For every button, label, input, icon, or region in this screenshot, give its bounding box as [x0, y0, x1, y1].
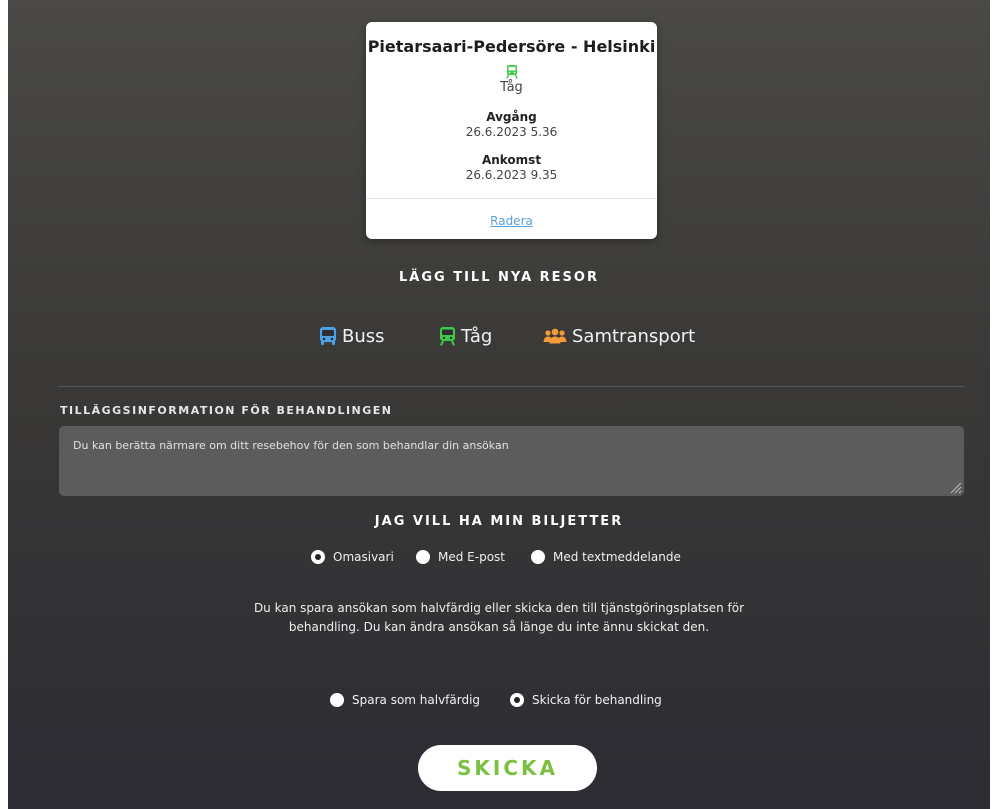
add-trips-heading: LÄGG TILL NYA RESOR — [399, 270, 599, 285]
ticket-option-email[interactable]: Med E-post — [416, 548, 505, 566]
submit-option-label: Skicka för behandling — [532, 693, 662, 707]
bus-icon — [320, 326, 336, 345]
radio-unchecked-icon — [330, 693, 344, 707]
radio-checked-icon — [510, 693, 524, 707]
radio-unchecked-icon — [416, 550, 430, 564]
submit-option-label: Spara som halvfärdig — [352, 693, 481, 707]
ticket-option-omasivari[interactable]: Omasivari — [311, 548, 394, 566]
delete-trip-link[interactable]: Radera — [366, 214, 657, 228]
departure-value: 26.6.2023 5.36 — [465, 125, 558, 139]
radio-checked-icon — [311, 550, 325, 564]
add-train-button[interactable]: Tåg — [439, 323, 492, 349]
radio-unchecked-icon — [531, 550, 545, 564]
application-page: Pietarsaari-Pedersöre - Helsinki Tåg Avg… — [8, 0, 990, 809]
shared-transport-label: Samtransport — [572, 325, 696, 347]
textarea-placeholder: Du kan berätta närmare om ditt resebehov… — [73, 439, 509, 452]
trip-mode: Tåg — [500, 80, 523, 95]
submit-option-draft[interactable]: Spara som halvfärdig — [330, 691, 480, 709]
train-icon — [366, 64, 657, 79]
arrival-label: Ankomst — [481, 153, 542, 167]
tickets-heading: JAG VILL HA MIN BILJETTER — [374, 514, 624, 529]
ticket-option-label: Med E-post — [438, 550, 505, 564]
train-label: Tåg — [461, 325, 493, 347]
add-shared-transport-button[interactable]: Samtransport — [543, 323, 695, 349]
send-button[interactable]: SKICKA — [418, 745, 597, 791]
submit-option-send[interactable]: Skicka för behandling — [510, 691, 662, 709]
arrival-value: 26.6.2023 9.35 — [465, 168, 558, 182]
departure-label: Avgång — [486, 110, 537, 124]
group-icon — [543, 328, 567, 344]
save-info-text: Du kan spara ansökan som halvfärdig elle… — [253, 601, 745, 634]
train-icon — [440, 326, 455, 346]
add-bus-button[interactable]: Buss — [319, 323, 385, 349]
bus-label: Buss — [342, 325, 385, 347]
trip-card: Pietarsaari-Pedersöre - Helsinki Tåg Avg… — [366, 22, 657, 239]
trip-route: Pietarsaari-Pedersöre - Helsinki — [367, 37, 656, 56]
additional-info-textarea[interactable]: Du kan berätta närmare om ditt resebehov… — [59, 426, 964, 496]
card-divider — [366, 198, 657, 199]
ticket-option-sms[interactable]: Med textmeddelande — [531, 548, 681, 566]
ticket-option-label: Med textmeddelande — [553, 550, 681, 564]
section-divider — [58, 386, 964, 387]
resize-grip-icon[interactable] — [948, 480, 962, 494]
ticket-option-label: Omasivari — [333, 550, 394, 564]
additional-info-label: TILLÄGGSINFORMATION FÖR BEHANDLINGEN — [60, 404, 393, 417]
